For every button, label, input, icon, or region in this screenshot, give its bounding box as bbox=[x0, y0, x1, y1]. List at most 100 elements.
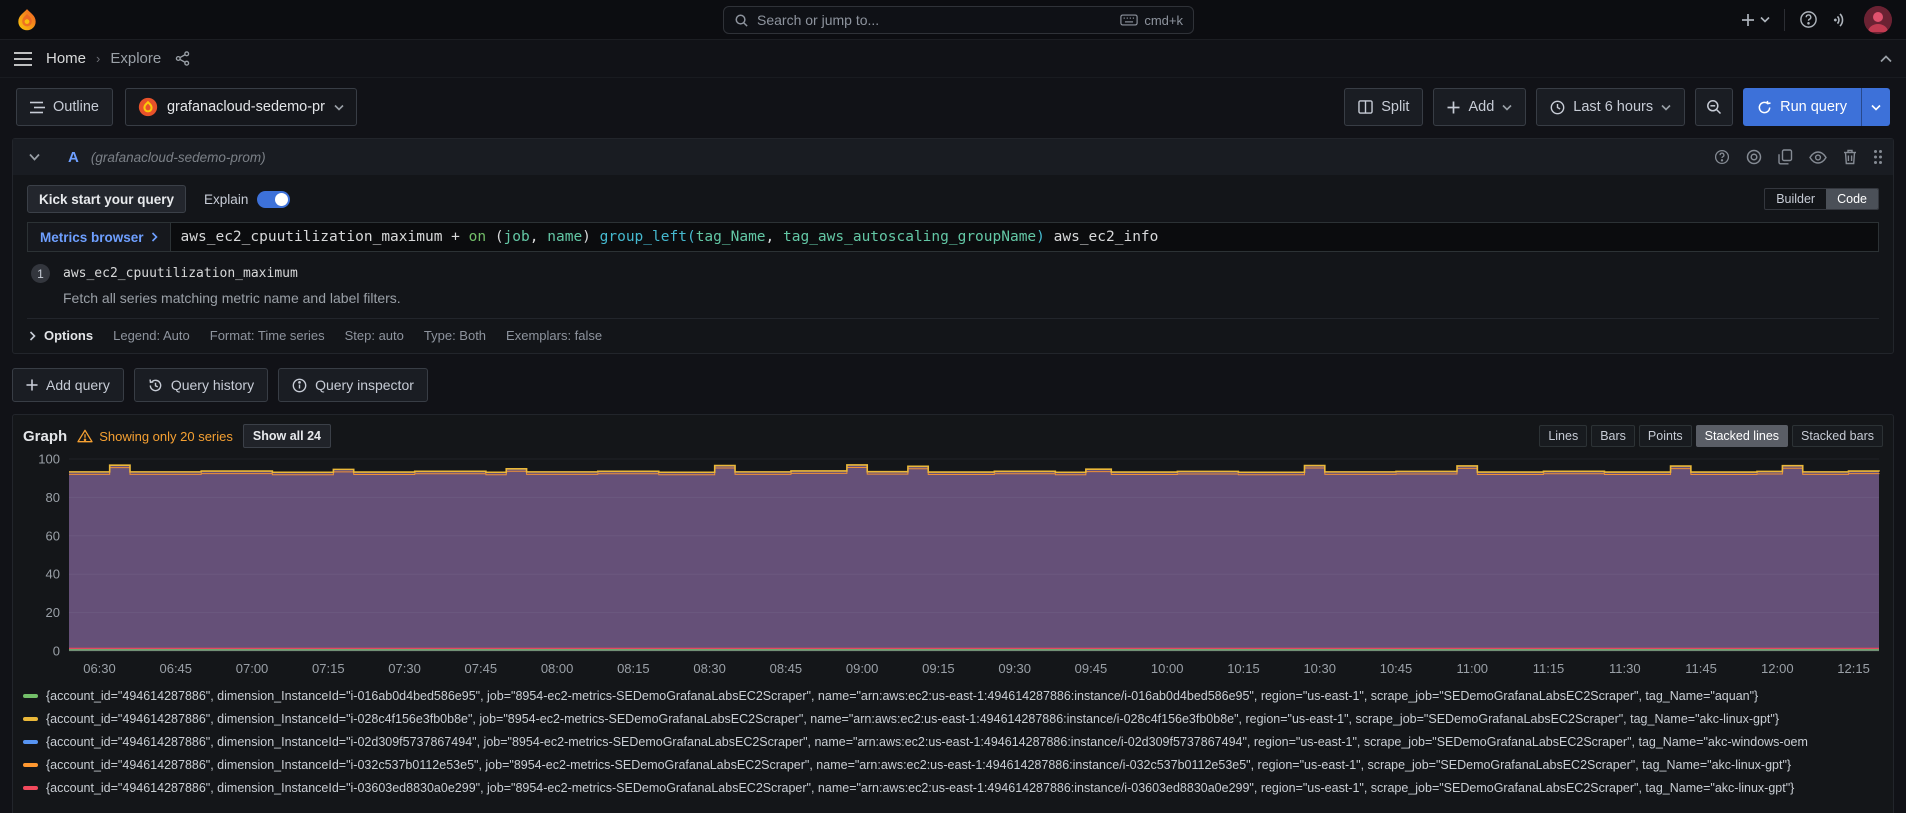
series-color-swatch bbox=[23, 763, 38, 767]
query-option-summary: Type: Both bbox=[424, 328, 486, 343]
outline-button[interactable]: Outline bbox=[16, 88, 113, 126]
x-axis-tick-label: 07:00 bbox=[236, 661, 269, 676]
chevron-down-icon bbox=[334, 104, 344, 111]
x-axis-tick-label: 09:30 bbox=[998, 661, 1031, 676]
datasource-name: grafanacloud-sedemo-pr bbox=[167, 99, 325, 115]
legend-item[interactable]: {account_id="494614287886", dimension_In… bbox=[23, 776, 1883, 799]
graph-style-stacked-bars[interactable]: Stacked bars bbox=[1792, 425, 1883, 447]
run-query-button[interactable]: Run query bbox=[1743, 88, 1890, 126]
query-options-row: Options Legend: AutoFormat: Time seriesS… bbox=[27, 318, 1879, 353]
y-axis-tick-label: 60 bbox=[46, 528, 60, 543]
x-axis-tick-label: 09:45 bbox=[1075, 661, 1108, 676]
query-row-header: A (grafanacloud-sedemo-prom) bbox=[13, 139, 1893, 175]
zoom-out-button[interactable] bbox=[1695, 88, 1733, 126]
legend-item[interactable]: {account_id="494614287886", dimension_In… bbox=[23, 730, 1883, 753]
time-range-picker[interactable]: Last 6 hours bbox=[1536, 88, 1685, 126]
legend-item[interactable]: {account_id="494614287886", dimension_In… bbox=[23, 684, 1883, 707]
graph-style-bars[interactable]: Bars bbox=[1591, 425, 1635, 447]
query-token: on bbox=[469, 229, 486, 245]
series-legend: {account_id="494614287886", dimension_In… bbox=[23, 684, 1883, 799]
search-icon bbox=[734, 13, 749, 28]
user-avatar[interactable] bbox=[1864, 6, 1892, 34]
collapse-query-chevron-icon[interactable] bbox=[29, 153, 40, 161]
run-query-label: Run query bbox=[1780, 99, 1847, 115]
split-label: Split bbox=[1381, 99, 1409, 115]
code-tab[interactable]: Code bbox=[1826, 189, 1878, 209]
clock-icon bbox=[1550, 100, 1565, 115]
explain-toggle[interactable] bbox=[257, 191, 290, 208]
split-button[interactable]: Split bbox=[1344, 88, 1423, 126]
kick-start-query-button[interactable]: Kick start your query bbox=[27, 185, 186, 213]
query-editor-panel: A (grafanacloud-sedemo-prom) K bbox=[12, 138, 1894, 354]
query-inspector-button[interactable]: Query inspector bbox=[278, 368, 428, 402]
series-label: {account_id="494614287886", dimension_In… bbox=[46, 689, 1758, 703]
breadcrumb-bar: Home › Explore bbox=[0, 40, 1906, 78]
drag-handle-icon[interactable] bbox=[1873, 149, 1883, 165]
breadcrumb-home[interactable]: Home bbox=[46, 50, 86, 67]
add-query-label: Add query bbox=[46, 377, 110, 393]
promql-query-input[interactable]: aws_ec2_cpuutilization_maximum + on (job… bbox=[170, 222, 1879, 252]
query-history-label: Query history bbox=[171, 377, 254, 393]
remove-query-trash-icon[interactable] bbox=[1843, 149, 1857, 165]
new-menu-button[interactable] bbox=[1741, 13, 1770, 27]
graph-style-stacked-lines[interactable]: Stacked lines bbox=[1696, 425, 1788, 447]
x-axis-tick-label: 06:30 bbox=[83, 661, 116, 676]
x-axis-tick-label: 08:00 bbox=[541, 661, 574, 676]
news-rss-icon[interactable] bbox=[1832, 11, 1850, 29]
share-icon[interactable] bbox=[175, 51, 190, 66]
explore-toolbar: Outline grafanacloud-sedemo-pr Split Add bbox=[0, 78, 1906, 136]
query-explain-section: 1 aws_ec2_cpuutilization_maximum Fetch a… bbox=[27, 264, 1879, 306]
breadcrumb-separator-icon: › bbox=[96, 51, 100, 66]
query-history-button[interactable]: Query history bbox=[134, 368, 268, 402]
legend-item[interactable]: {account_id="494614287886", dimension_In… bbox=[23, 753, 1883, 776]
builder-code-switch: Builder Code bbox=[1764, 188, 1879, 210]
query-token: , bbox=[766, 229, 783, 245]
legend-item[interactable]: {account_id="494614287886", dimension_In… bbox=[23, 707, 1883, 730]
y-axis-tick-label: 80 bbox=[46, 490, 60, 505]
warning-triangle-icon bbox=[77, 429, 93, 443]
stacked-area-fill bbox=[69, 465, 1879, 651]
query-actions-row: Add query Query history Query inspector bbox=[0, 354, 1906, 414]
y-axis-tick-label: 100 bbox=[38, 452, 60, 467]
disable-query-icon[interactable] bbox=[1746, 149, 1762, 165]
plus-icon bbox=[26, 379, 38, 391]
options-label: Options bbox=[44, 328, 93, 343]
hide-response-eye-icon[interactable] bbox=[1809, 151, 1827, 164]
graph-panel: Graph Showing only 20 series Show all 24… bbox=[12, 414, 1894, 813]
x-axis-tick-label: 08:45 bbox=[770, 661, 803, 676]
series-color-swatch bbox=[23, 694, 38, 698]
x-axis-tick-label: 08:30 bbox=[693, 661, 726, 676]
breadcrumb-explore[interactable]: Explore bbox=[110, 50, 161, 67]
x-axis-tick-label: 11:00 bbox=[1456, 661, 1488, 676]
time-series-chart[interactable]: 02040608010006:3006:4507:0007:1507:3007:… bbox=[23, 451, 1883, 681]
series-label: {account_id="494614287886", dimension_In… bbox=[46, 712, 1779, 726]
series-label: {account_id="494614287886", dimension_In… bbox=[46, 781, 1794, 795]
add-label: Add bbox=[1468, 99, 1494, 115]
copy-query-icon[interactable] bbox=[1778, 149, 1793, 165]
datasource-grafana-icon bbox=[138, 97, 158, 117]
graph-style-lines[interactable]: Lines bbox=[1539, 425, 1587, 447]
help-icon[interactable] bbox=[1799, 10, 1818, 29]
grafana-logo-icon[interactable] bbox=[14, 7, 40, 33]
options-expand-control[interactable]: Options bbox=[29, 328, 93, 343]
outline-label: Outline bbox=[53, 99, 99, 115]
query-option-summary: Step: auto bbox=[345, 328, 404, 343]
add-query-button[interactable]: Add query bbox=[12, 368, 124, 402]
chevron-right-icon bbox=[29, 331, 36, 341]
builder-tab[interactable]: Builder bbox=[1765, 189, 1826, 209]
y-axis-tick-label: 20 bbox=[46, 605, 60, 620]
datasource-picker[interactable]: grafanacloud-sedemo-pr bbox=[125, 88, 357, 126]
x-axis-tick-label: 09:00 bbox=[846, 661, 879, 676]
show-all-series-button[interactable]: Show all 24 bbox=[243, 424, 331, 448]
menu-hamburger-icon[interactable] bbox=[14, 52, 32, 66]
metrics-browser-button[interactable]: Metrics browser bbox=[27, 222, 170, 252]
run-query-caret[interactable] bbox=[1861, 88, 1890, 126]
query-ref-id[interactable]: A bbox=[68, 149, 79, 166]
query-help-icon[interactable] bbox=[1714, 149, 1730, 165]
graph-style-points[interactable]: Points bbox=[1639, 425, 1692, 447]
collapse-chevron-up-icon[interactable] bbox=[1880, 55, 1892, 63]
x-axis-tick-label: 07:45 bbox=[465, 661, 498, 676]
explain-step-description: Fetch all series matching metric name an… bbox=[63, 290, 1879, 306]
add-button[interactable]: Add bbox=[1433, 88, 1526, 126]
search-input[interactable]: Search or jump to... cmd+k bbox=[723, 6, 1194, 34]
